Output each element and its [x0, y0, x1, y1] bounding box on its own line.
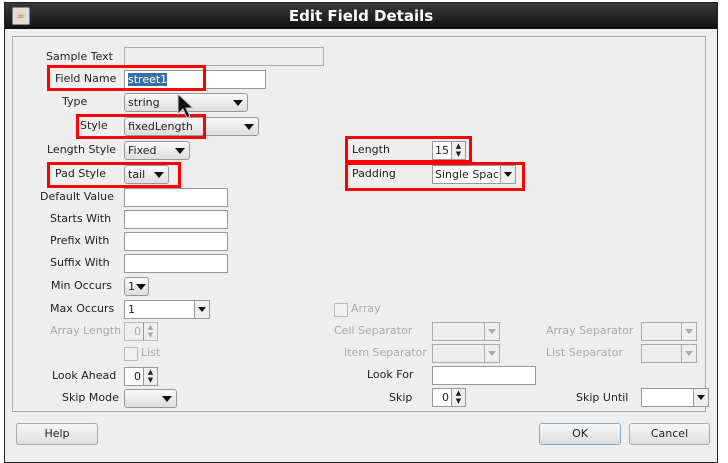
prefix-with-label: Prefix With — [50, 234, 110, 247]
spinner-arrows-icon: ▲ ▼ — [143, 368, 157, 385]
look-ahead-value: 0 — [134, 370, 141, 383]
highlight-padding — [345, 162, 525, 191]
type-label: Type — [62, 95, 88, 108]
array-separator-label: Array Separator — [546, 324, 634, 337]
chevron-down-icon — [162, 396, 172, 402]
starts-with-input[interactable] — [124, 210, 228, 229]
look-for-label: Look For — [367, 368, 414, 381]
item-separator-label: Item Separator — [344, 346, 427, 359]
suffix-with-input[interactable] — [124, 254, 228, 273]
array-length-value: 0 — [134, 325, 141, 338]
array-length-spinner[interactable]: 0 ▲ ▼ — [124, 322, 158, 341]
array-checkbox[interactable] — [334, 303, 348, 317]
sample-text-label: Sample Text — [46, 50, 113, 63]
chevron-down-icon — [484, 345, 499, 362]
min-occurs-label: Min Occurs — [51, 279, 112, 292]
length-style-label: Length Style — [47, 143, 117, 156]
title-bar: ☕ Edit Field Details — [5, 3, 717, 29]
max-occurs-value: 1 — [128, 303, 135, 316]
length-style-value: Fixed — [128, 144, 157, 157]
length-style-combo[interactable]: Fixed — [124, 141, 190, 160]
skip-value: 0 — [442, 391, 449, 404]
prefix-with-input[interactable] — [124, 232, 228, 251]
highlight-field-name — [47, 65, 206, 91]
starts-with-label: Starts With — [50, 212, 112, 225]
skip-until-label: Skip Until — [576, 391, 629, 404]
chevron-down-icon — [233, 100, 243, 106]
skip-until-combo[interactable] — [641, 388, 709, 407]
list-label: List — [141, 346, 161, 359]
list-checkbox[interactable] — [124, 347, 138, 361]
type-value: string — [128, 96, 160, 109]
skip-label: Skip — [389, 391, 413, 404]
chevron-down-icon — [175, 148, 185, 154]
spinner-arrows-icon: ▲ ▼ — [451, 389, 465, 406]
list-separator-combo[interactable] — [641, 344, 697, 363]
chevron-down-icon — [194, 301, 209, 318]
look-for-input[interactable] — [432, 366, 536, 385]
mouse-cursor-icon — [177, 92, 195, 119]
dialog-title: Edit Field Details — [288, 7, 434, 25]
sample-text-field[interactable] — [124, 47, 324, 66]
skip-spinner[interactable]: 0 ▲ ▼ — [432, 388, 466, 407]
chevron-down-icon — [244, 124, 254, 130]
chevron-down-icon — [681, 323, 696, 340]
chevron-down-icon — [681, 345, 696, 362]
list-separator-label: List Separator — [546, 346, 624, 359]
default-value-input[interactable] — [124, 188, 228, 207]
chevron-down-icon — [484, 323, 499, 340]
item-separator-combo[interactable] — [432, 344, 500, 363]
highlight-pad-style — [47, 162, 181, 188]
cell-separator-label: Cell Separator — [334, 324, 413, 337]
min-occurs-value: 1 — [128, 280, 135, 293]
suffix-with-label: Suffix With — [50, 256, 110, 269]
look-ahead-spinner[interactable]: 0 ▲ ▼ — [124, 367, 158, 386]
max-occurs-combo[interactable]: 1 — [124, 300, 210, 319]
ok-button[interactable]: OK — [539, 423, 621, 445]
array-separator-combo[interactable] — [641, 322, 697, 341]
look-ahead-label: Look Ahead — [52, 369, 117, 382]
help-button[interactable]: Help — [16, 423, 98, 445]
cell-separator-combo[interactable] — [432, 322, 500, 341]
chevron-down-icon — [136, 284, 146, 290]
default-value-label: Default Value — [40, 190, 114, 203]
max-occurs-label: Max Occurs — [50, 302, 115, 315]
spinner-arrows-icon: ▲ ▼ — [143, 323, 157, 340]
skip-mode-label: Skip Mode — [62, 391, 119, 404]
chevron-down-icon — [693, 389, 708, 406]
cancel-button[interactable]: Cancel — [629, 423, 710, 445]
min-occurs-combo[interactable]: 1 — [124, 277, 149, 296]
skip-mode-combo[interactable] — [124, 389, 177, 408]
array-label: Array — [351, 302, 381, 315]
array-length-label: Array Length — [50, 324, 122, 337]
java-app-icon: ☕ — [12, 7, 30, 25]
highlight-length — [345, 136, 472, 163]
